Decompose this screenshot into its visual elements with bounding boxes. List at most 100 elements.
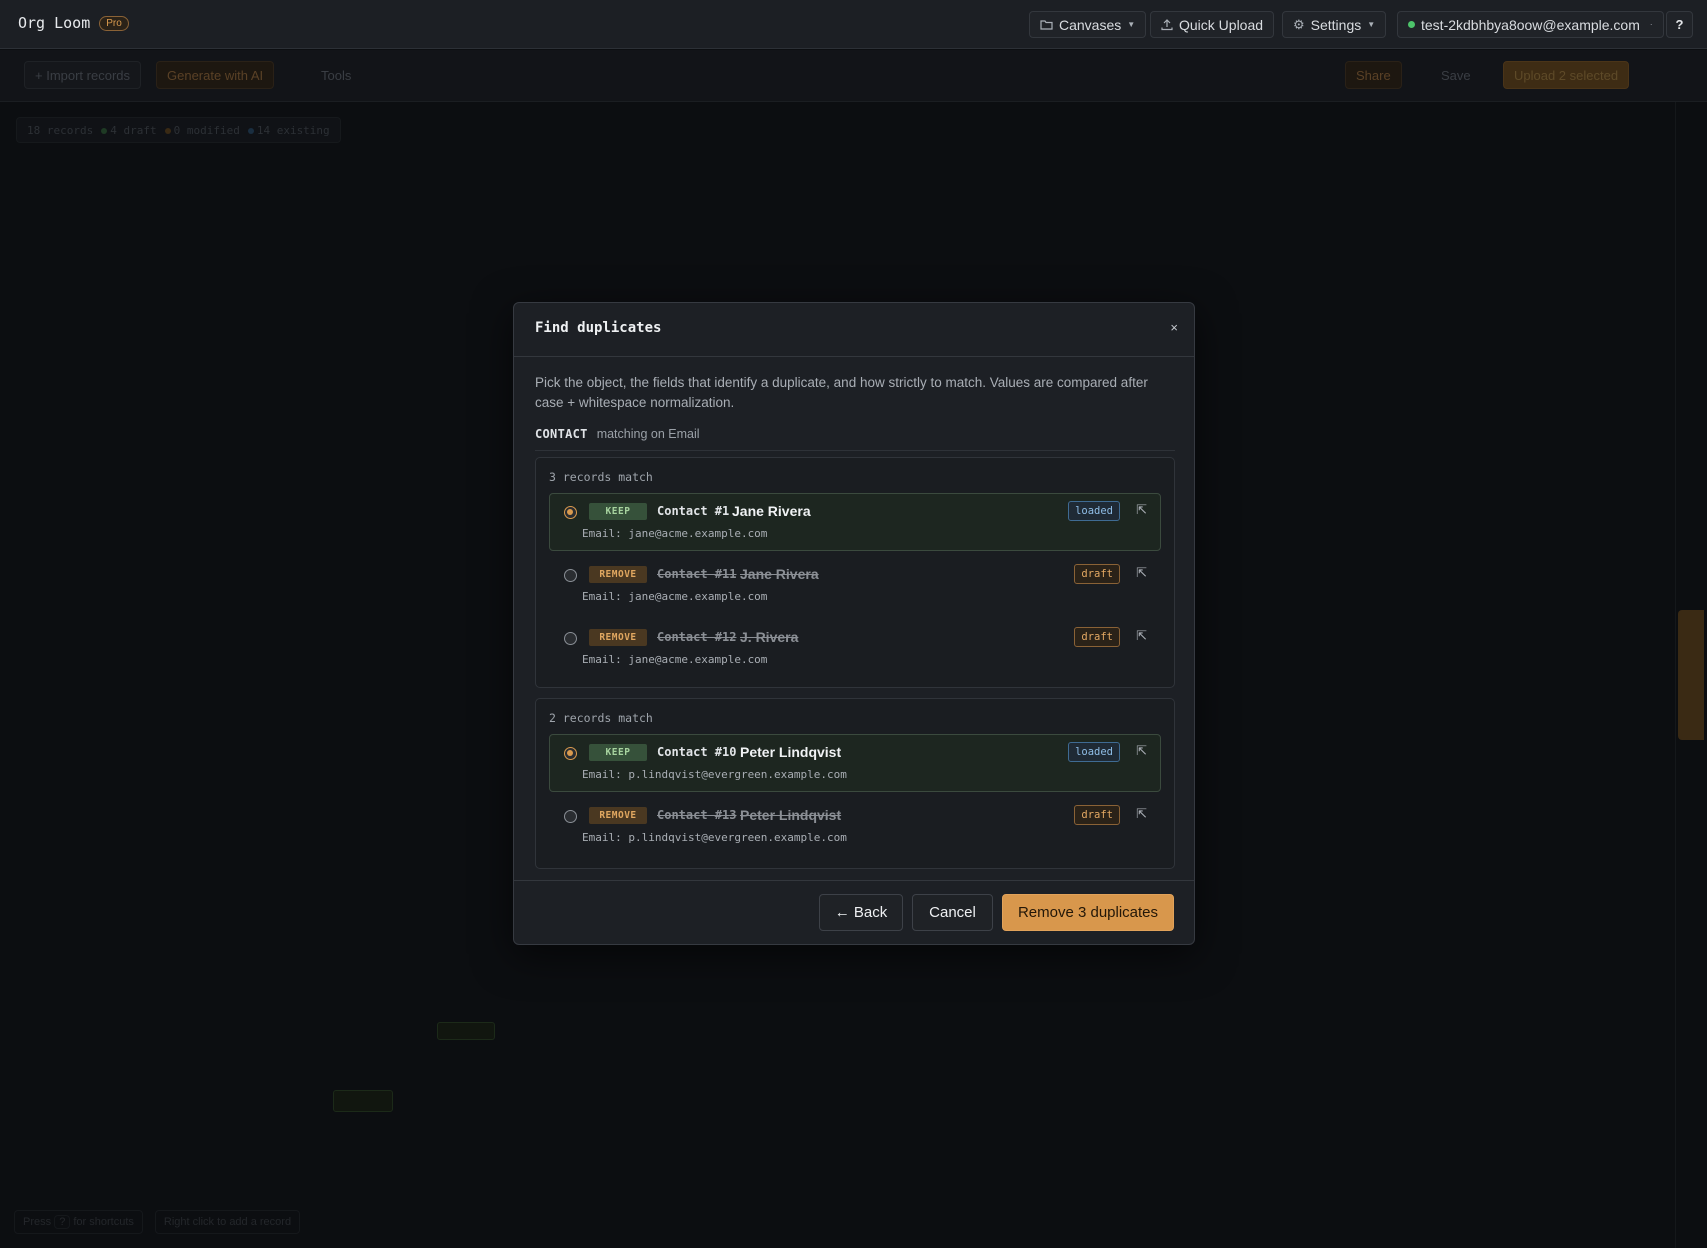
import-records-button[interactable]: + Import records bbox=[24, 61, 142, 89]
match-field: matching on Email bbox=[596, 427, 700, 441]
group-count: 2 records match bbox=[549, 711, 653, 725]
right-click-hint: Right click to add a record bbox=[154, 1210, 301, 1234]
hint-key: ? bbox=[54, 1215, 71, 1229]
tools-menu[interactable]: Tools bbox=[310, 61, 362, 89]
existing-count: 14 existing bbox=[256, 123, 330, 137]
match-criteria: CONTACT matching on Email bbox=[535, 427, 1175, 451]
keep-radio[interactable] bbox=[564, 810, 577, 823]
dialog-description: Pick the object, the fields that identif… bbox=[535, 375, 1148, 410]
keep-radio[interactable] bbox=[564, 506, 577, 519]
record-row[interactable]: REMOVE Contact #12 J. Rivera draft ⇱ Ema… bbox=[549, 619, 1161, 677]
duplicate-group: 2 records match KEEP Contact #10 Peter L… bbox=[535, 698, 1175, 869]
keep-radio[interactable] bbox=[564, 632, 577, 645]
state-badge: draft bbox=[1074, 805, 1120, 825]
record-row[interactable]: REMOVE Contact #11 Jane Rivera draft ⇱ E… bbox=[549, 556, 1161, 614]
action-tag: KEEP bbox=[589, 503, 647, 520]
close-icon[interactable]: × bbox=[1170, 320, 1178, 335]
record-name: Jane Rivera bbox=[740, 566, 819, 582]
record-id: Contact #12 bbox=[657, 630, 737, 644]
hint-shortcuts: for shortcuts bbox=[73, 1216, 134, 1228]
stats-draft: 4 draft bbox=[101, 123, 157, 137]
action-tag: REMOVE bbox=[589, 629, 647, 646]
back-button[interactable]: ← Back bbox=[819, 894, 903, 931]
group-count: 3 records match bbox=[549, 470, 653, 484]
stats-existing: 14 existing bbox=[247, 123, 330, 137]
side-panel-tab[interactable] bbox=[1678, 610, 1704, 740]
modified-count: 0 modified bbox=[173, 123, 240, 137]
dialog-header: Find duplicates × bbox=[514, 303, 1194, 357]
open-record-icon[interactable]: ⇱ bbox=[1136, 565, 1147, 581]
existing-dot-icon bbox=[247, 127, 254, 134]
record-email: Email: jane@acme.example.com bbox=[582, 653, 768, 666]
hint-press: Press bbox=[23, 1216, 52, 1228]
canvas-hints: Press ? for shortcuts Right click to add… bbox=[14, 1210, 301, 1234]
record-name: Peter Lindqvist bbox=[740, 807, 842, 823]
app-name: Org Loom bbox=[18, 14, 91, 32]
canvas-node[interactable] bbox=[437, 1022, 495, 1040]
draft-count: 4 draft bbox=[110, 123, 157, 137]
canvas-node[interactable] bbox=[333, 1090, 393, 1112]
find-duplicates-dialog: Find duplicates × Pick the object, the f… bbox=[513, 302, 1195, 945]
settings-label: Settings bbox=[1310, 16, 1362, 33]
keep-radio[interactable] bbox=[564, 569, 577, 582]
canvases-button[interactable]: Canvases ▼ bbox=[1029, 11, 1147, 38]
record-name: Jane Rivera bbox=[732, 503, 811, 519]
open-record-icon[interactable]: ⇱ bbox=[1136, 806, 1147, 822]
draft-dot-icon bbox=[101, 127, 108, 134]
record-email: Email: jane@acme.example.com bbox=[582, 527, 768, 540]
stats-modified: 0 modified bbox=[164, 123, 240, 137]
record-name: Peter Lindqvist bbox=[740, 744, 842, 760]
record-email: Email: jane@acme.example.com bbox=[582, 590, 768, 603]
record-id: Contact #1 bbox=[657, 504, 730, 518]
open-record-icon[interactable]: ⇱ bbox=[1136, 743, 1147, 759]
quick-upload-button[interactable]: Quick Upload bbox=[1150, 11, 1275, 38]
cancel-button[interactable]: Cancel bbox=[912, 894, 993, 931]
records-count: 18 records bbox=[27, 123, 94, 137]
caret-down-icon: ▼ bbox=[1367, 20, 1376, 29]
canvases-label: Canvases bbox=[1059, 16, 1122, 33]
dialog-footer: ← Back Cancel Remove 3 duplicates bbox=[514, 880, 1194, 944]
record-row[interactable]: KEEP Contact #1 Jane Rivera loaded ⇱ Ema… bbox=[549, 493, 1161, 551]
folder-icon bbox=[1040, 20, 1053, 30]
settings-button[interactable]: ⚙ Settings ▼ bbox=[1282, 11, 1387, 38]
open-record-icon[interactable]: ⇱ bbox=[1136, 502, 1147, 518]
help-button[interactable]: ? bbox=[1666, 11, 1693, 38]
remove-duplicates-button[interactable]: Remove 3 duplicates bbox=[1002, 894, 1174, 931]
quick-upload-label: Quick Upload bbox=[1179, 16, 1264, 33]
record-email: Email: p.lindqvist@evergreen.example.com bbox=[582, 831, 847, 844]
share-button[interactable]: Share bbox=[1345, 61, 1402, 89]
top-bar: Org Loom Pro Canvases ▼ Quick Upload ⚙ S… bbox=[0, 0, 1707, 49]
generate-with-ai-button[interactable]: Generate with AI bbox=[156, 61, 275, 89]
action-tag: REMOVE bbox=[589, 807, 647, 824]
record-email: Email: p.lindqvist@evergreen.example.com bbox=[582, 768, 847, 781]
save-menu[interactable]: Save bbox=[1430, 61, 1482, 89]
record-id: Contact #10 bbox=[657, 745, 737, 759]
record-stats: 18 records 4 draft 0 modified 14 existin… bbox=[16, 117, 341, 143]
brand[interactable]: Org Loom Pro bbox=[18, 14, 129, 32]
caret-down-icon: · bbox=[1649, 20, 1653, 29]
plan-badge: Pro bbox=[99, 15, 129, 31]
record-row[interactable]: REMOVE Contact #13 Peter Lindqvist draft… bbox=[549, 797, 1161, 855]
record-id: Contact #13 bbox=[657, 808, 737, 822]
record-id: Contact #11 bbox=[657, 567, 737, 581]
match-object: CONTACT bbox=[535, 427, 588, 441]
upload-icon bbox=[1161, 18, 1173, 30]
record-name: J. Rivera bbox=[740, 629, 799, 645]
dialog-title: Find duplicates bbox=[535, 320, 662, 336]
canvas-toolbar: + Import records Generate with AI Tools … bbox=[0, 50, 1707, 102]
record-row[interactable]: KEEP Contact #10 Peter Lindqvist loaded … bbox=[549, 734, 1161, 792]
duplicate-group: 3 records match KEEP Contact #1 Jane Riv… bbox=[535, 457, 1175, 688]
state-badge: loaded bbox=[1068, 501, 1120, 521]
upload-selected-button[interactable]: Upload 2 selected bbox=[1503, 61, 1630, 89]
modified-dot-icon bbox=[164, 127, 171, 134]
online-status-icon bbox=[1408, 21, 1415, 28]
keep-radio[interactable] bbox=[564, 747, 577, 760]
account-menu[interactable]: test-2kdbhbya8oow@example.com · bbox=[1397, 11, 1664, 38]
user-email: test-2kdbhbya8oow@example.com bbox=[1421, 16, 1640, 33]
caret-down-icon: ▼ bbox=[1127, 20, 1136, 29]
shortcut-hint: Press ? for shortcuts bbox=[14, 1210, 143, 1234]
gear-icon: ⚙ bbox=[1293, 16, 1305, 32]
right-rail bbox=[1675, 102, 1676, 1248]
open-record-icon[interactable]: ⇱ bbox=[1136, 628, 1147, 644]
action-tag: REMOVE bbox=[589, 566, 647, 583]
